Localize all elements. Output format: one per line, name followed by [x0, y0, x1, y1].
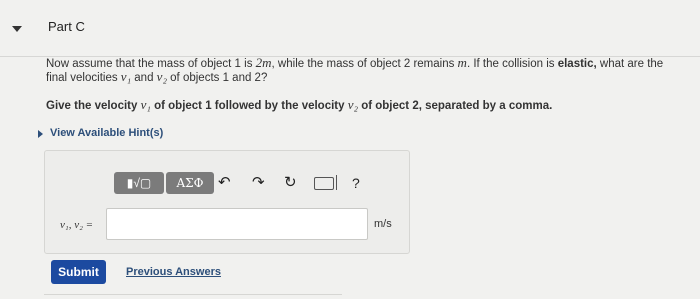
hint-expand-icon[interactable] [38, 130, 43, 138]
velocity-v1: v₁ [120, 69, 132, 84]
answer-unit: m/s [374, 218, 392, 230]
question-line-1: Now assume that the mass of object 1 is … [46, 56, 663, 71]
help-icon[interactable]: ? [352, 174, 360, 192]
submit-button[interactable]: Submit [51, 260, 106, 284]
question-text-segment: what are the [596, 58, 664, 70]
answer-variable-label: v₁, v₂ = [60, 219, 94, 231]
elastic-keyword: elastic, [557, 58, 597, 70]
reset-icon[interactable]: ↻ [284, 174, 297, 192]
undo-icon[interactable]: ↶ [218, 174, 231, 192]
answer-instruction: Give the velocity v₁ of object 1 followe… [46, 98, 552, 113]
question-text-segment: and [131, 72, 157, 84]
mass-m: m [457, 55, 467, 70]
collapse-triangle-icon[interactable] [12, 26, 22, 32]
question-text-segment: . If the collision is [466, 58, 558, 70]
next-panel-edge [44, 294, 342, 299]
templates-button[interactable]: ▮√▢ [114, 172, 164, 194]
velocity-v2: v₂ [347, 97, 359, 112]
velocity-v2: v₂ [156, 69, 167, 84]
question-text-segment: Now assume that the mass of object 1 is [46, 58, 256, 70]
instruction-segment: of object 2, separated by a comma. [358, 100, 553, 112]
question-text-segment: of objects 1 and 2? [166, 72, 268, 84]
keyboard-icon[interactable] [314, 177, 334, 190]
answer-input[interactable] [106, 208, 368, 240]
question-line-2: final velocities v₁ and v₂ of objects 1 … [46, 70, 267, 85]
previous-answers-link[interactable]: Previous Answers [126, 266, 221, 278]
redo-icon[interactable]: ↷ [252, 174, 265, 192]
greek-symbols-button[interactable]: ΑΣΦ [166, 172, 214, 194]
question-text-segment: final velocities [46, 72, 121, 84]
mass-2m: 2m [255, 55, 272, 70]
view-hints-link[interactable]: View Available Hint(s) [50, 127, 163, 139]
part-header[interactable]: Part C [0, 0, 700, 57]
instruction-segment: of object 1 followed by the velocity [150, 100, 348, 112]
question-text-segment: , while the mass of object 2 remains [271, 58, 458, 70]
keyboard-divider [336, 175, 337, 190]
velocity-v1: v₁ [140, 97, 151, 112]
part-title: Part C [48, 19, 85, 34]
instruction-segment: Give the velocity [46, 100, 141, 112]
